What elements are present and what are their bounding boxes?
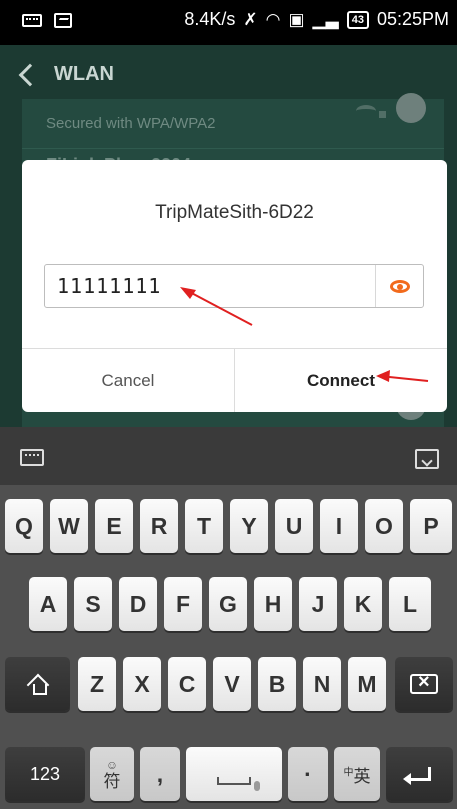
key-v[interactable]: V [213,657,251,711]
key-y[interactable]: Y [230,499,268,553]
key-p[interactable]: P [410,499,452,553]
soft-keyboard: Q W E R T Y U I O P A S D F G H J K L Z … [0,427,457,809]
keyboard-indicator-icon [22,14,42,27]
emoji-icon: ☺ [105,757,119,772]
key-t[interactable]: T [185,499,223,553]
key-a[interactable]: A [29,577,67,631]
key-i[interactable]: I [320,499,358,553]
keyboard-toolbar [0,427,457,485]
status-bar: 8.4K/s ✗ ◠ ▣ ▁▃ 43 05:25PM [0,0,457,45]
lock-icon [379,111,386,118]
dialog-title: TripMateSith-6D22 [155,202,314,223]
key-k[interactable]: K [344,577,382,631]
microphone-icon [254,781,260,791]
language-sup-label: 中 [343,766,354,778]
language-switch-key[interactable]: 中英 [334,747,380,801]
language-label: 中英 [344,762,371,787]
key-h[interactable]: H [254,577,292,631]
password-input[interactable]: 11111111 [45,274,375,298]
mute-icon: ✗ [243,9,258,29]
battery-icon: 43 [346,10,369,29]
key-u[interactable]: U [275,499,313,553]
wifi-signal-icon [356,105,376,117]
status-left [22,13,72,28]
back-arrow-icon[interactable] [18,63,42,87]
key-x[interactable]: X [123,657,161,711]
key-c[interactable]: C [168,657,206,711]
key-s[interactable]: S [74,577,112,631]
key-f[interactable]: F [164,577,202,631]
key-d[interactable]: D [119,577,157,631]
enter-key[interactable] [386,747,453,801]
network-security-label: Secured with WPA/WPA2 [46,115,216,132]
key-o[interactable]: O [365,499,403,553]
status-right: 8.4K/s ✗ ◠ ▣ ▁▃ 43 05:25PM [184,9,449,30]
wifi-password-dialog: TripMateSith-6D22 11111111 Cancel Connec… [22,160,447,412]
key-e[interactable]: E [95,499,133,553]
key-n[interactable]: N [303,657,341,711]
show-password-toggle[interactable] [375,265,423,307]
backspace-icon [410,671,438,694]
sim-off-icon: ▣ [288,9,305,29]
space-key[interactable] [186,747,282,801]
cancel-button[interactable]: Cancel [22,349,234,412]
key-z[interactable]: Z [78,657,116,711]
key-g[interactable]: G [209,577,247,631]
connect-button[interactable]: Connect [235,349,447,412]
language-main-label: 英 [353,766,371,786]
eye-icon [389,279,410,293]
key-m[interactable]: M [348,657,386,711]
network-item[interactable]: Secured with WPA/WPA2 [22,93,444,149]
period-key[interactable]: · [288,747,328,801]
image-notification-icon [54,13,72,28]
network-speed: 8.4K/s [184,9,236,29]
clock: 05:25PM [376,9,449,29]
key-q[interactable]: Q [5,499,43,553]
numbers-key[interactable]: 123 [5,747,85,801]
key-l[interactable]: L [389,577,431,631]
comma-key[interactable]: , [140,747,180,801]
key-b[interactable]: B [258,657,296,711]
key-r[interactable]: R [140,499,178,553]
symbols-key-label: ☺ 符 [104,759,121,790]
key-w[interactable]: W [50,499,88,553]
keyboard-switch-icon[interactable] [20,449,44,466]
shift-key[interactable] [5,657,70,711]
symbols-key[interactable]: ☺ 符 [90,747,134,801]
enter-icon [402,767,431,785]
app-header: WLAN [0,45,457,103]
hide-keyboard-icon[interactable] [415,449,439,469]
symbols-label: 符 [103,771,121,791]
backspace-key[interactable] [395,657,453,711]
signal-icon: ▁▃ [312,9,339,29]
wifi-icon: ◠ [265,9,281,29]
key-j[interactable]: J [299,577,337,631]
space-icon [217,777,251,785]
network-details-button[interactable] [396,93,426,123]
password-field[interactable]: 11111111 [44,264,424,308]
page-title: WLAN [54,62,114,85]
shift-icon [27,673,49,695]
